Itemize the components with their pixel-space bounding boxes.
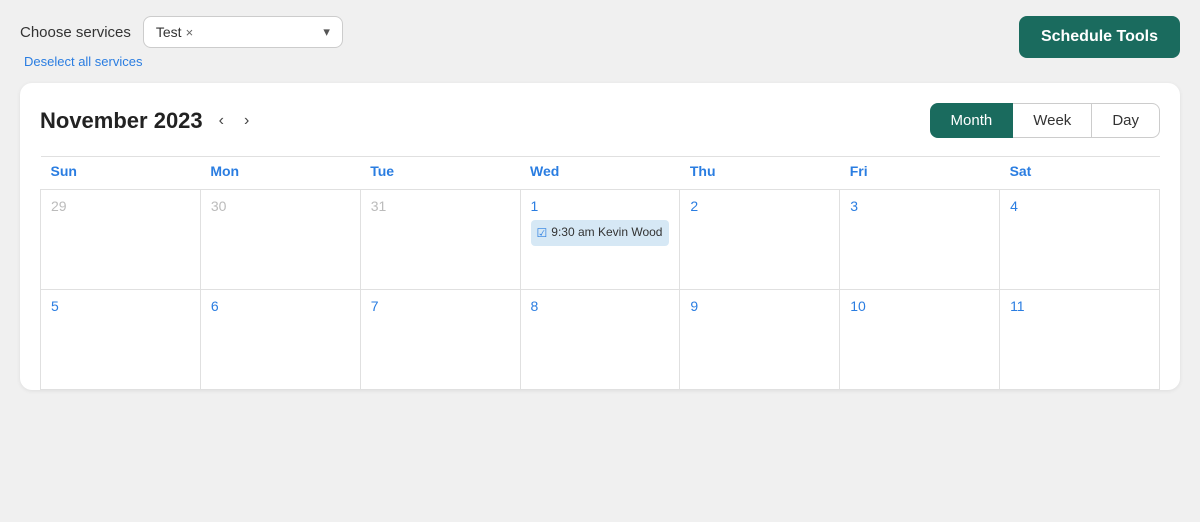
service-tag-remove-icon[interactable]: ×	[186, 25, 194, 40]
calendar-day[interactable]: 7	[360, 290, 520, 390]
top-bar: Choose services Test × ▾ Deselect all se…	[20, 16, 1180, 69]
service-select-inner: Test ×	[156, 24, 193, 40]
day-number: 2	[690, 198, 698, 214]
calendar-day[interactable]: 30	[200, 190, 360, 290]
view-week-button[interactable]: Week	[1013, 103, 1092, 138]
calendar-day[interactable]: 10	[840, 290, 1000, 390]
calendar-day[interactable]: 9	[680, 290, 840, 390]
calendar-day[interactable]: 2	[680, 190, 840, 290]
calendar-day[interactable]: 29	[41, 190, 201, 290]
calendar-header-row: Sun Mon Tue Wed Thu Fri Sat	[41, 157, 1160, 190]
event-check-icon: ☑	[537, 225, 548, 242]
day-number: 10	[850, 298, 866, 314]
calendar-title-group: November 2023 ‹ ›	[40, 108, 253, 134]
calendar-day[interactable]: 1 ☑ 9:30 am Kevin Wood	[520, 190, 680, 290]
col-fri: Fri	[840, 157, 1000, 190]
service-tag: Test ×	[156, 24, 193, 40]
col-mon: Mon	[200, 157, 360, 190]
day-number: 5	[51, 298, 59, 314]
day-number: 30	[211, 198, 227, 214]
event-text: 9:30 am Kevin Wood	[551, 224, 662, 241]
day-number: 4	[1010, 198, 1018, 214]
deselect-all-services-link[interactable]: Deselect all services	[24, 54, 343, 69]
top-bar-left: Choose services Test × ▾ Deselect all se…	[20, 16, 343, 69]
col-thu: Thu	[680, 157, 840, 190]
calendar-day[interactable]: 4	[1000, 190, 1160, 290]
day-number: 6	[211, 298, 219, 314]
col-sun: Sun	[41, 157, 201, 190]
prev-month-button[interactable]: ‹	[215, 110, 228, 132]
calendar-day[interactable]: 3	[840, 190, 1000, 290]
calendar-day[interactable]: 6	[200, 290, 360, 390]
day-number: 31	[371, 198, 387, 214]
view-month-button[interactable]: Month	[930, 103, 1014, 138]
day-number: 7	[371, 298, 379, 314]
col-wed: Wed	[520, 157, 680, 190]
event-block[interactable]: ☑ 9:30 am Kevin Wood	[531, 220, 670, 246]
view-day-button[interactable]: Day	[1092, 103, 1160, 138]
col-tue: Tue	[360, 157, 520, 190]
day-number: 11	[1010, 298, 1025, 314]
calendar-week-row: 29 30 31 1 ☑ 9:30 am Kevin Wood 2	[41, 190, 1160, 290]
chevron-down-icon: ▾	[323, 24, 330, 40]
calendar-day[interactable]: 5	[41, 290, 201, 390]
day-number: 8	[531, 298, 539, 314]
day-number: 29	[51, 198, 67, 214]
calendar-card: November 2023 ‹ › Month Week Day Sun Mon…	[20, 83, 1180, 390]
calendar-day[interactable]: 31	[360, 190, 520, 290]
top-bar-row: Choose services Test × ▾	[20, 16, 343, 48]
calendar-week-row: 5 6 7 8 9 10 11	[41, 290, 1160, 390]
col-sat: Sat	[1000, 157, 1160, 190]
next-month-button[interactable]: ›	[240, 110, 253, 132]
calendar-header: November 2023 ‹ › Month Week Day	[40, 103, 1160, 138]
calendar-grid: Sun Mon Tue Wed Thu Fri Sat 29 30 31	[40, 156, 1160, 390]
calendar-day[interactable]: 8	[520, 290, 680, 390]
service-select-dropdown[interactable]: Test × ▾	[143, 16, 343, 48]
choose-services-label: Choose services	[20, 24, 131, 41]
service-tag-label: Test	[156, 24, 182, 40]
calendar-title: November 2023	[40, 108, 203, 134]
calendar-day[interactable]: 11	[1000, 290, 1160, 390]
view-toggle: Month Week Day	[930, 103, 1160, 138]
day-number: 9	[690, 298, 698, 314]
day-number: 3	[850, 198, 858, 214]
day-number: 1	[531, 198, 539, 214]
schedule-tools-button[interactable]: Schedule Tools	[1019, 16, 1180, 58]
